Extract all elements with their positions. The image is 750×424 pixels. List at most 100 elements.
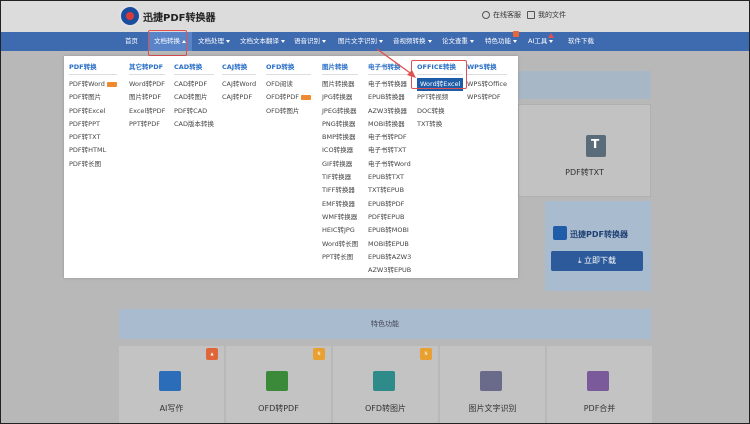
- feature-card-ofd-image[interactable]: N OFD转图片: [333, 346, 438, 423]
- menu-item[interactable]: CAJ转PDF: [222, 91, 256, 104]
- feature-label: AI写作: [159, 404, 184, 413]
- menu-item[interactable]: MOBI转EPUB: [368, 238, 411, 251]
- online-service-label: 在线客服: [493, 11, 521, 19]
- menu-item[interactable]: JPG转换器: [322, 91, 358, 104]
- feature-card-pdf-merge[interactable]: PDF合并: [547, 346, 652, 423]
- brand-name[interactable]: 迅捷PDF转换器: [143, 9, 215, 24]
- menu-item[interactable]: EPUB转TXT: [368, 171, 411, 184]
- doc-convert-dropdown: PDF转换 PDF转Word PDF转图片 PDF转Excel PDF转PPT …: [64, 56, 518, 278]
- menu-item[interactable]: 电子书转换器: [368, 78, 411, 91]
- logo-icon[interactable]: [119, 5, 141, 27]
- menu-item[interactable]: 图片转换器: [322, 78, 358, 91]
- download-button[interactable]: ⤓ 立即下载: [551, 251, 643, 271]
- nav-doc-process[interactable]: 文档处理: [198, 32, 230, 51]
- nav-plagiarism[interactable]: 论文查重: [442, 32, 474, 51]
- chevron-down-icon: [281, 39, 285, 43]
- menu-item[interactable]: Excel转PDF: [129, 105, 165, 118]
- menu-item[interactable]: BMP转换器: [322, 131, 358, 144]
- menu-item[interactable]: ICO转换器: [322, 144, 358, 157]
- nav-av-convert[interactable]: 音视频转换: [393, 32, 432, 51]
- menu-item[interactable]: TIF转换器: [322, 171, 358, 184]
- app-logo-icon: [553, 226, 567, 240]
- chevron-down-icon: [427, 39, 432, 43]
- menu-item[interactable]: GIF转换器: [322, 158, 358, 171]
- headset-icon: [482, 11, 490, 19]
- menu-item[interactable]: Word转PDF: [129, 78, 165, 91]
- menu-item[interactable]: EPUB转MOBI: [368, 224, 411, 237]
- col-ofd-convert: OFD转换 OFD阅读 OFD转PDF OFD转图片: [266, 61, 312, 118]
- nav-ocr[interactable]: 图片文字识别: [338, 32, 383, 51]
- promo-panel: 迅捷PDF转换器 ⤓ 立即下载: [545, 201, 651, 291]
- menu-item[interactable]: PDF转长图: [69, 158, 117, 171]
- menu-item[interactable]: 图片转PDF: [129, 91, 165, 104]
- feature-card-ai-writing[interactable]: ▲ AI写作: [119, 346, 224, 423]
- my-files-link[interactable]: 我的文件: [527, 10, 566, 20]
- column-header: 电子书转换: [368, 61, 412, 75]
- menu-item[interactable]: EPUB转换器: [368, 91, 411, 104]
- nav-home[interactable]: 首页: [125, 32, 138, 51]
- menu-item[interactable]: PDF转TXT: [69, 131, 117, 144]
- menu-item[interactable]: PDF转HTML: [69, 144, 117, 157]
- menu-item[interactable]: WPS转PDF: [467, 91, 507, 104]
- nav-highlight-box: [148, 30, 187, 56]
- online-service-link[interactable]: 在线客服: [482, 10, 521, 20]
- col-image-convert: 图片转换 图片转换器 JPG转换器 JPEG转换器 PNG转换器 BMP转换器 …: [322, 61, 359, 264]
- menu-item[interactable]: 电子书转TXT: [368, 144, 411, 157]
- new-badge-icon: N: [313, 348, 325, 360]
- menu-item[interactable]: 电子书转Word: [368, 158, 411, 171]
- menu-item[interactable]: PDF转EPUB: [368, 211, 411, 224]
- menu-item[interactable]: PNG转换器: [322, 118, 358, 131]
- menu-item[interactable]: PDF转Excel: [69, 105, 117, 118]
- col-wps-convert: WPS转换 WPS转Office WPS转PDF: [467, 61, 507, 105]
- menu-item[interactable]: MOBI转换器: [368, 118, 411, 131]
- menu-item[interactable]: Word转长图: [322, 238, 358, 251]
- menu-item[interactable]: CAD转图片: [174, 91, 214, 104]
- column-header: OFD转换: [266, 61, 312, 75]
- menu-item[interactable]: OFD阅读: [266, 78, 311, 91]
- feature-card-ocr[interactable]: 图片文字识别: [440, 346, 545, 423]
- nav-translate[interactable]: 文档文本翻译: [240, 32, 285, 51]
- txt-icon: T: [586, 135, 606, 157]
- menu-item[interactable]: PDF转图片: [69, 91, 117, 104]
- pen-icon: [159, 371, 181, 391]
- feature-card-ofd-pdf[interactable]: N OFD转PDF: [226, 346, 331, 423]
- chevron-down-icon: [379, 39, 383, 43]
- menu-item[interactable]: JPEG转换器: [322, 105, 358, 118]
- menu-item[interactable]: EPUB转PDF: [368, 198, 411, 211]
- menu-item[interactable]: WMF转换器: [322, 211, 358, 224]
- nav-software-download[interactable]: 软件下载: [568, 32, 594, 51]
- menu-item[interactable]: TXT转EPUB: [368, 184, 411, 197]
- menu-item[interactable]: PDF转PPT: [69, 118, 117, 131]
- menu-item[interactable]: 电子书转PDF: [368, 131, 411, 144]
- column-header: CAD转换: [174, 61, 214, 75]
- menu-item[interactable]: CAD版本转换: [174, 118, 214, 131]
- menu-item[interactable]: PPT转PDF: [129, 118, 165, 131]
- menu-item[interactable]: PDF转Word: [69, 78, 117, 91]
- menu-item[interactable]: OFD转PDF: [266, 91, 312, 104]
- menu-item[interactable]: PPT转长图: [322, 251, 358, 264]
- col-pdf-convert: PDF转换 PDF转Word PDF转图片 PDF转Excel PDF转PPT …: [69, 61, 117, 171]
- menu-item[interactable]: AZW3转换器: [368, 105, 411, 118]
- menu-item[interactable]: EMF转换器: [322, 198, 358, 211]
- column-header: 其它转PDF: [129, 61, 166, 75]
- menu-item[interactable]: WPS转Office: [467, 78, 507, 91]
- menu-item[interactable]: CAD转PDF: [174, 78, 214, 91]
- menu-item[interactable]: TXT转换: [417, 118, 463, 131]
- hot-badge-icon: [513, 31, 519, 37]
- menu-item[interactable]: DOC转换: [417, 105, 463, 118]
- menu-item[interactable]: CAJ转Word: [222, 78, 256, 91]
- menu-item[interactable]: PDF转CAD: [174, 105, 214, 118]
- pdf-to-txt-card[interactable]: T PDF转TXT: [518, 104, 651, 197]
- menu-item[interactable]: TIFF转换器: [322, 184, 358, 197]
- feature-label: 图片文字识别: [468, 404, 517, 413]
- pdf-to-txt-label: PDF转TXT: [565, 168, 604, 177]
- chevron-down-icon: [549, 39, 554, 43]
- column-header: CAJ转换: [222, 61, 257, 75]
- menu-item[interactable]: EPUB转AZW3: [368, 251, 411, 264]
- menu-item[interactable]: AZW3转EPUB: [368, 264, 411, 277]
- col-other-to-pdf: 其它转PDF Word转PDF 图片转PDF Excel转PDF PPT转PDF: [129, 61, 166, 131]
- menu-item[interactable]: OFD转图片: [266, 105, 311, 118]
- menu-item[interactable]: HEIC转JPG: [322, 224, 358, 237]
- menu-item[interactable]: PPT转视频: [417, 91, 463, 104]
- nav-speech[interactable]: 语音识别: [294, 32, 326, 51]
